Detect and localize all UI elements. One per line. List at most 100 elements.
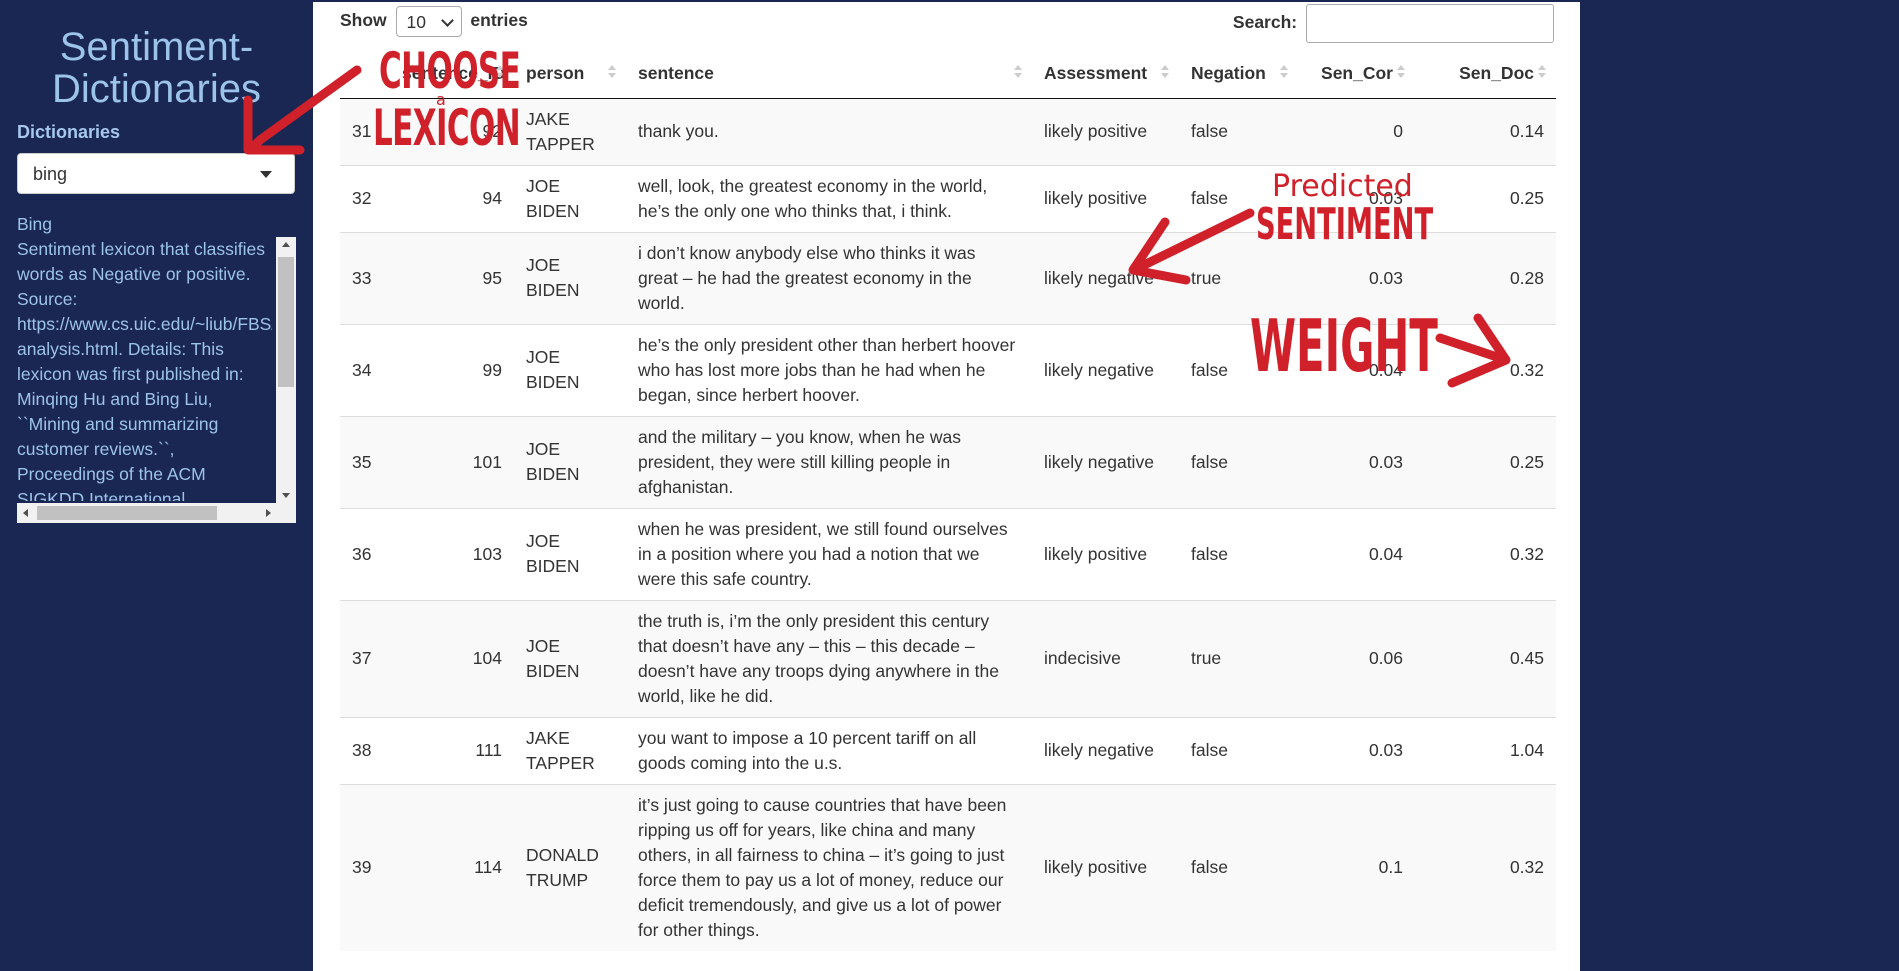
table-row[interactable]: 34 99 JOE BIDEN he’s the only president oth… xyxy=(340,323,1556,416)
column-header-negation[interactable]: Negation xyxy=(1179,50,1298,99)
horizontal-scrollbar[interactable] xyxy=(17,503,296,523)
cell-person: JOE BIDEN xyxy=(514,599,626,717)
cell-index: 31 xyxy=(340,97,390,165)
cell-sentence-id: 101 xyxy=(390,415,514,508)
cell-person: JOE BIDEN xyxy=(514,231,626,324)
entries-length-control: Show 10 entries xyxy=(340,6,528,37)
main-panel: Show 10 entries Search: sentence_ID pers… xyxy=(313,2,1580,971)
cell-index: 32 xyxy=(340,164,390,232)
table-row[interactable]: 37 104 JOE BIDEN the truth is, i’m the only… xyxy=(340,599,1556,717)
horizontal-scroll-thumb[interactable] xyxy=(37,506,217,520)
cell-person: JOE BIDEN xyxy=(514,415,626,508)
cell-sentence: thank you. xyxy=(626,97,1032,165)
table-row[interactable]: 33 95 JOE BIDEN i don’t know anybody else w… xyxy=(340,231,1556,324)
cell-assessment: likely positive xyxy=(1032,164,1179,232)
scroll-down-arrow-icon[interactable] xyxy=(282,493,290,498)
cell-assessment: indecisive xyxy=(1032,599,1179,717)
cell-sentence: i don’t know anybody else who thinks it … xyxy=(626,231,1032,324)
cell-sentence: it’s just going to cause countries that … xyxy=(626,783,1032,951)
cell-negation: false xyxy=(1179,507,1298,600)
vertical-scroll-thumb[interactable] xyxy=(278,257,294,387)
cell-sentence: well, look, the greatest economy in the … xyxy=(626,164,1032,232)
cell-sentence-id: 99 xyxy=(390,323,514,416)
scroll-up-arrow-icon[interactable] xyxy=(282,242,290,247)
cell-sen-cor: 0.1 xyxy=(1298,783,1415,951)
cell-sen-cor: 0.03 xyxy=(1298,716,1415,784)
entries-select-value: 10 xyxy=(406,12,427,32)
cell-sentence: when he was president, we still found ou… xyxy=(626,507,1032,600)
sidebar: Sentiment- Dictionaries Dictionaries bin… xyxy=(0,0,313,971)
cell-index: 38 xyxy=(340,716,390,784)
column-header-person[interactable]: person xyxy=(514,50,626,99)
cell-sen-doc: 0.14 xyxy=(1415,97,1556,165)
cell-assessment: likely positive xyxy=(1032,97,1179,165)
table-row[interactable]: 31 92 JAKE TAPPER thank you. likely positive… xyxy=(340,97,1556,165)
search-control: Search: xyxy=(1233,4,1554,43)
cell-assessment: likely negative xyxy=(1032,415,1179,508)
cell-sentence-id: 114 xyxy=(390,783,514,951)
cell-person: JOE BIDEN xyxy=(514,323,626,416)
description-text: Sentiment lexicon that classifies words … xyxy=(17,239,272,501)
column-header-sentence[interactable]: sentence xyxy=(626,50,1032,99)
cell-negation: false xyxy=(1179,164,1298,232)
cell-sen-cor: 0.03 xyxy=(1298,415,1415,508)
dictionary-select[interactable]: bing xyxy=(17,153,295,194)
cell-negation: true xyxy=(1179,231,1298,324)
cell-sen-cor: 0.03 xyxy=(1298,231,1415,324)
column-header-sen-cor[interactable]: Sen_Cor xyxy=(1298,50,1415,99)
cell-sentence-id: 95 xyxy=(390,231,514,324)
cell-sen-doc: 0.28 xyxy=(1415,231,1556,324)
cell-sentence-id: 92 xyxy=(390,97,514,165)
column-header-sentence-id[interactable]: sentence_ID xyxy=(390,50,514,99)
table-row[interactable]: 32 94 JOE BIDEN well, look, the greatest ec… xyxy=(340,164,1556,232)
cell-sentence-id: 104 xyxy=(390,599,514,717)
search-input[interactable] xyxy=(1306,4,1554,43)
show-label: Show xyxy=(340,10,387,31)
column-header-sen-doc[interactable]: Sen_Doc xyxy=(1415,50,1556,99)
cell-sen-cor: 0 xyxy=(1298,97,1415,165)
cell-sen-doc: 0.25 xyxy=(1415,415,1556,508)
cell-sentence-id: 94 xyxy=(390,164,514,232)
cell-index: 34 xyxy=(340,323,390,416)
table-row[interactable]: 39 114 DONALD TRUMP it’s just going to caus… xyxy=(340,783,1556,951)
cell-sentence: and the military – you know, when he was… xyxy=(626,415,1032,508)
cell-negation: false xyxy=(1179,415,1298,508)
column-header-assessment[interactable]: Assessment xyxy=(1032,50,1179,99)
scroll-left-arrow-icon[interactable] xyxy=(23,509,28,517)
chevron-down-icon xyxy=(440,14,454,27)
cell-person: DONALD TRUMP xyxy=(514,783,626,951)
cell-sen-doc: 0.45 xyxy=(1415,599,1556,717)
entries-select[interactable]: 10 xyxy=(395,6,462,37)
cell-index: 37 xyxy=(340,599,390,717)
cell-index: 36 xyxy=(340,507,390,600)
cell-person: JAKE TAPPER xyxy=(514,716,626,784)
cell-sen-cor: 0.03 xyxy=(1298,164,1415,232)
caret-down-icon xyxy=(260,171,272,178)
cell-sen-doc: 0.32 xyxy=(1415,507,1556,600)
vertical-scrollbar[interactable] xyxy=(276,237,296,503)
cell-negation: true xyxy=(1179,599,1298,717)
description-title: Bing xyxy=(17,214,53,234)
cell-negation: false xyxy=(1179,783,1298,951)
cell-index: 33 xyxy=(340,231,390,324)
table-row[interactable]: 35 101 JOE BIDEN and the military – you kno… xyxy=(340,415,1556,508)
cell-person: JOE BIDEN xyxy=(514,507,626,600)
cell-sen-cor: 0.06 xyxy=(1298,599,1415,717)
scroll-right-arrow-icon[interactable] xyxy=(266,509,271,517)
dictionary-description: Bing Sentiment lexicon that classifies w… xyxy=(17,212,296,526)
cell-negation: false xyxy=(1179,97,1298,165)
table-row[interactable]: 38 111 JAKE TAPPER you want to impose a 10 … xyxy=(340,716,1556,784)
table-row[interactable]: 36 103 JOE BIDEN when he was president, we … xyxy=(340,507,1556,600)
cell-sen-cor: 0.04 xyxy=(1298,507,1415,600)
cell-person: JOE BIDEN xyxy=(514,164,626,232)
table-header-row: sentence_ID person sentence Assessment N… xyxy=(340,50,1556,99)
cell-assessment: likely positive xyxy=(1032,507,1179,600)
cell-sen-doc: 0.32 xyxy=(1415,783,1556,951)
cell-sen-doc: 0.32 xyxy=(1415,323,1556,416)
cell-sentence: the truth is, i’m the only president thi… xyxy=(626,599,1032,717)
cell-sentence-id: 103 xyxy=(390,507,514,600)
cell-sentence: he’s the only president other than herbe… xyxy=(626,323,1032,416)
cell-person: JAKE TAPPER xyxy=(514,97,626,165)
cell-index: 39 xyxy=(340,783,390,951)
cell-assessment: likely positive xyxy=(1032,783,1179,951)
